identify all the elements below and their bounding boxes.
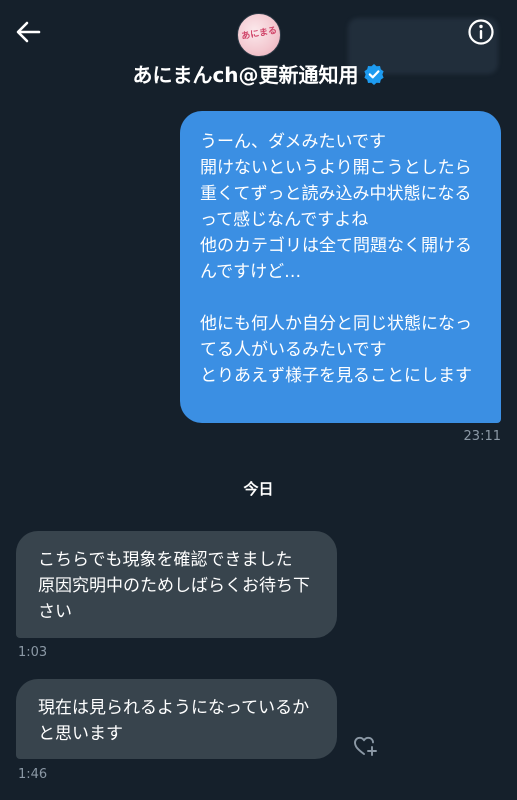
heart-plus-icon bbox=[354, 736, 377, 756]
avatar-logo-text: あにまる bbox=[240, 25, 278, 43]
incoming-message-bubble[interactable]: こちらでも現象を確認できました 原因究明中のためしばらくお待ち下さい bbox=[16, 531, 337, 638]
back-button[interactable] bbox=[14, 18, 42, 46]
avatar[interactable]: あにまる bbox=[237, 13, 281, 57]
info-button[interactable] bbox=[467, 18, 495, 46]
conversation-title: あにまんch@更新通知用 bbox=[132, 63, 359, 87]
outgoing-message-time: 23:11 bbox=[463, 429, 501, 444]
outgoing-message-bubble[interactable]: うーん、ダメみたいです 開けないというより開こうとしたら重くてずっと読み込み中状… bbox=[180, 111, 501, 423]
verified-badge-icon bbox=[363, 64, 384, 85]
day-separator: 今日 bbox=[243, 480, 274, 498]
conversation-title-row[interactable]: あにまんch@更新通知用 bbox=[0, 62, 517, 88]
incoming-message-time: 1:03 bbox=[18, 645, 48, 660]
add-reaction-button[interactable] bbox=[352, 733, 378, 759]
incoming-message-bubble[interactable]: 現在は見られるようになっているかと思います bbox=[16, 679, 337, 759]
conversation-header: あにまる あにまんch@更新通知用 bbox=[0, 0, 517, 100]
incoming-message-time: 1:46 bbox=[18, 767, 48, 782]
back-arrow-icon bbox=[16, 21, 41, 43]
info-icon bbox=[468, 19, 494, 45]
